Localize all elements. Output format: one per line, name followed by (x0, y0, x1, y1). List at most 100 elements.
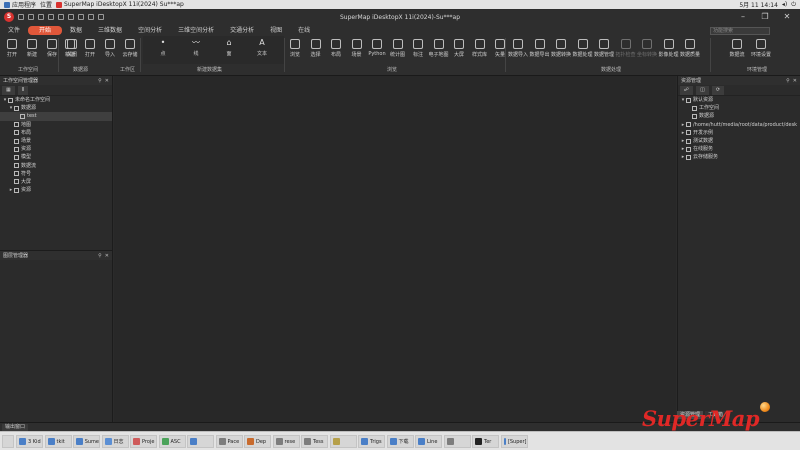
main-workspace-area[interactable] (114, 76, 676, 422)
show-desktop-button[interactable] (2, 435, 14, 448)
workspace-split-button[interactable]: Ⅱ (17, 85, 29, 95)
tree-item[interactable]: 工作空间 (678, 104, 800, 112)
pin-icon[interactable]: ⚲ (98, 253, 102, 259)
tree-item[interactable]: 布局 (0, 129, 112, 137)
tab-0[interactable]: 文件 (0, 26, 28, 35)
taskbar-window-10[interactable]: Tess (301, 435, 328, 448)
minimize-icon[interactable]: – (732, 12, 754, 21)
tree-item[interactable]: 数据源 (678, 112, 800, 120)
taskbar-window-9[interactable]: rese (272, 435, 300, 448)
env-button-0[interactable]: 数据流 (727, 37, 747, 63)
function-search-input[interactable]: 功能搜索 (710, 27, 770, 35)
tree-item[interactable]: 场景 (0, 137, 112, 145)
view-button-9[interactable]: 样式库 (470, 37, 490, 63)
view-button-8[interactable]: 大屏 (449, 37, 469, 63)
tab-4[interactable]: 空间分析 (130, 26, 170, 35)
quick-new-icon[interactable] (18, 14, 24, 20)
restore-icon[interactable]: ❐ (754, 12, 776, 21)
datasource-button-2[interactable]: 导入 (100, 37, 120, 63)
data-button-0[interactable]: 数据导入 (508, 37, 528, 63)
quick-undo-icon[interactable] (48, 14, 54, 20)
workspace-button-2[interactable]: 保存 (42, 37, 62, 63)
tree-item[interactable]: ▾ 未命名工作空间 (0, 96, 112, 104)
taskbar-window-5[interactable]: ASC (158, 435, 186, 448)
panel-close-icon[interactable]: ✕ (105, 253, 109, 259)
taskbar-window-11[interactable] (329, 435, 357, 448)
resource-layout-button[interactable]: ◫ (696, 85, 709, 95)
close-icon[interactable]: ✕ (776, 12, 798, 21)
taskbar-window-6[interactable] (187, 435, 214, 448)
quick-open-icon[interactable] (28, 14, 34, 20)
pin-icon[interactable]: ⚲ (786, 78, 790, 84)
tree-item[interactable]: 地图 (0, 121, 112, 129)
data-button-7[interactable]: 影像处理 (659, 37, 679, 63)
tab-5[interactable]: 三维空间分析 (170, 26, 222, 35)
tree-item[interactable]: ▸ 测试数据 (678, 137, 800, 145)
volume-icon[interactable]: ◂) (782, 1, 787, 8)
tree-item[interactable]: ▸ 在线服务 (678, 145, 800, 153)
view-button-6[interactable]: 标注 (408, 37, 428, 63)
quick-redo-icon[interactable] (58, 14, 64, 20)
taskbar-window-0[interactable]: 3 Kid (16, 435, 43, 448)
view-button-7[interactable]: 电子地图 (429, 37, 449, 63)
quick-save-icon[interactable] (38, 14, 44, 20)
view-button-3[interactable]: 场景 (347, 37, 367, 63)
taskbar-window-3[interactable]: 日志 (101, 435, 129, 448)
os-active-window[interactable]: SuperMap iDesktopX 11i(2024) Su***ap (56, 1, 184, 8)
tab-8[interactable]: 在线 (290, 26, 318, 35)
resource-new-button[interactable]: ☍ (680, 85, 694, 95)
quick-refresh-icon[interactable] (88, 14, 94, 20)
taskbar-window-4[interactable]: Proje (130, 435, 157, 448)
tree-item[interactable]: ▾ 默认资源 (678, 96, 800, 104)
view-button-10[interactable]: 矢量 (490, 37, 510, 63)
quick-pan-icon[interactable] (78, 14, 84, 20)
view-button-0[interactable]: 浏览 (285, 37, 305, 63)
tree-item[interactable]: 模型 (0, 153, 112, 161)
tab-1[interactable]: 开始 (28, 26, 63, 35)
data-button-1[interactable]: 数据导出 (530, 37, 550, 63)
new-text-dataset-button[interactable]: A 文本 (247, 36, 277, 62)
taskbar-window-15[interactable] (443, 435, 471, 448)
taskbar-window-17[interactable]: [Super] (500, 435, 528, 448)
tree-item[interactable]: test (0, 112, 112, 121)
taskbar-window-16[interactable]: Ter (472, 435, 499, 448)
workspace-button-1[interactable]: 新建 (22, 37, 42, 63)
workspace-button-0[interactable]: 打开 (2, 37, 22, 63)
view-button-4[interactable]: Python (367, 37, 387, 63)
tab-6[interactable]: 交通分析 (222, 26, 262, 35)
tree-item[interactable]: 符号 (0, 170, 112, 178)
data-button-4[interactable]: 数据管理 (594, 37, 614, 63)
view-button-5[interactable]: 统计图 (388, 37, 408, 63)
new-region-dataset-button[interactable]: ⌂ 面 (214, 36, 244, 62)
taskbar-window-1[interactable]: tkit (44, 435, 72, 448)
new-line-dataset-button[interactable]: 〰线 (181, 36, 211, 62)
view-button-1[interactable]: 选择 (306, 37, 326, 63)
tab-7[interactable]: 视图 (262, 26, 290, 35)
tree-item[interactable]: ▸ 开发示例 (678, 129, 800, 137)
datasource-button-3[interactable]: 云存储 (120, 37, 140, 63)
data-button-3[interactable]: 数据处理 (573, 37, 593, 63)
power-icon[interactable]: ⏻ (791, 1, 796, 9)
os-places-menu[interactable]: 位置 (40, 0, 52, 9)
datasource-button-1[interactable]: 打开 (80, 37, 100, 63)
datasource-button-0[interactable]: 新建 (60, 37, 80, 63)
quick-more-icon[interactable] (98, 14, 104, 20)
os-applications-menu[interactable]: 应用程序 (4, 0, 36, 9)
taskbar-window-8[interactable]: Dep (244, 435, 271, 448)
view-button-2[interactable]: 布局 (326, 37, 346, 63)
tree-item[interactable]: 大屏 (0, 178, 112, 186)
tree-item[interactable]: 资源 (0, 145, 112, 153)
tree-item[interactable]: ▸ 云存储服务 (678, 153, 800, 161)
tree-item[interactable]: ▸/home/hutt/media/root/data/product/desk (678, 121, 800, 129)
data-button-2[interactable]: 数据转换 (551, 37, 571, 63)
taskbar-window-7[interactable]: Pace (215, 435, 243, 448)
resource-refresh-button[interactable]: ⟳ (711, 85, 725, 95)
new-point-dataset-button[interactable]: • 点 (148, 36, 178, 62)
panel-close-icon[interactable]: ✕ (793, 78, 797, 84)
tree-item[interactable]: 数据流 (0, 162, 112, 170)
tab-3[interactable]: 三维数据 (90, 26, 130, 35)
data-button-5[interactable]: 拓扑检查 (616, 37, 636, 63)
workspace-view-button[interactable]: ▦ (2, 85, 15, 95)
tree-item[interactable]: ▾ 数据源 (0, 104, 112, 112)
pin-icon[interactable]: ⚲ (98, 78, 102, 84)
